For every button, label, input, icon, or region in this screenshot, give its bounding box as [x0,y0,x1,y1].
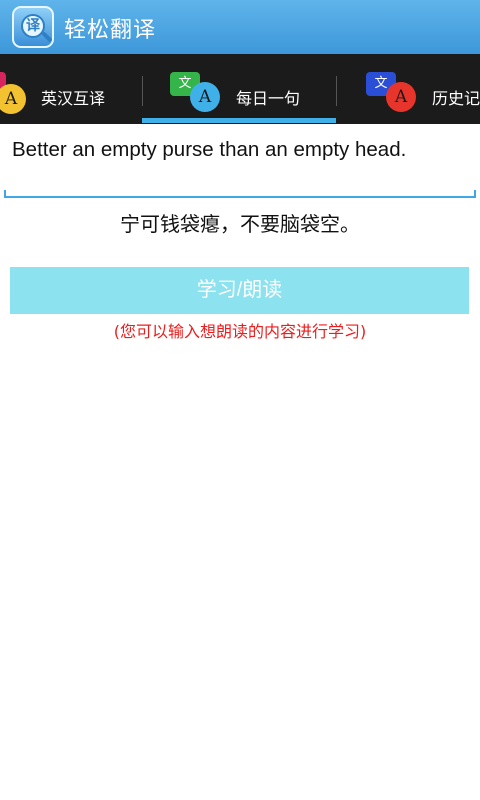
tab-label: 历史记录 [432,89,480,108]
translate-icon: 文 A [170,72,226,116]
app-bar: 译 轻松翻译 [0,0,480,54]
translation-text: 宁可钱袋瘪，不要脑袋空。 [120,212,360,236]
tab-daily-sentence[interactable]: 文 A 每日一句 [142,54,338,124]
tab-label: 英汉互译 [41,89,106,108]
app-title: 轻松翻译 [64,18,157,43]
tab-history[interactable]: 文 A 历史记录 [336,54,480,124]
study-read-button[interactable]: 学习/朗读 [10,267,469,314]
input-underline [4,190,476,198]
selected-tab-indicator [142,118,336,123]
translate-icon: A [0,72,32,116]
translate-icon: 文 A [366,72,422,116]
tab-label: 每日一句 [236,89,301,108]
hint-text: (您可以输入想朗读的内容进行学习) [113,322,367,341]
sentence-input-text[interactable]: Better an empty purse than an empty head… [12,136,468,164]
sentence-input[interactable]: Better an empty purse than an empty head… [4,132,476,200]
tab-bar: A 英汉互译 文 A 每日一句 文 A 历史记录 [0,54,480,124]
app-logo-icon: 译 [12,6,54,48]
